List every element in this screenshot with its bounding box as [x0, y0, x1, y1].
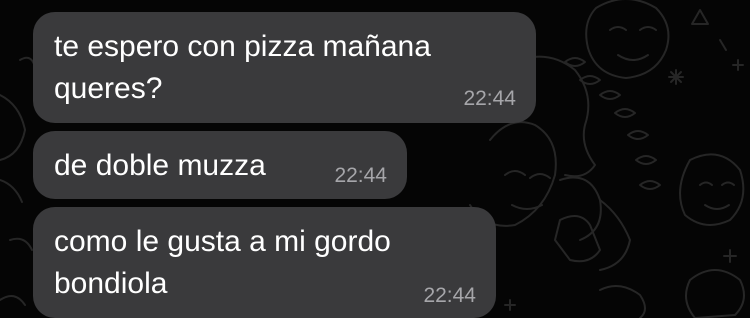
message-timestamp: 22:44 [334, 164, 387, 187]
message-timestamp: 22:44 [463, 87, 516, 110]
message-bubble[interactable]: te espero con pizza mañana queres? 22:44 [33, 12, 536, 123]
message-bubble[interactable]: de doble muzza 22:44 [33, 131, 407, 199]
chat-view: te espero con pizza mañana queres? 22:44… [0, 0, 750, 318]
message-bubble[interactable]: como le gusta a mi gordo bondiola 22:44 [33, 207, 496, 318]
message-timestamp: 22:44 [423, 284, 476, 307]
